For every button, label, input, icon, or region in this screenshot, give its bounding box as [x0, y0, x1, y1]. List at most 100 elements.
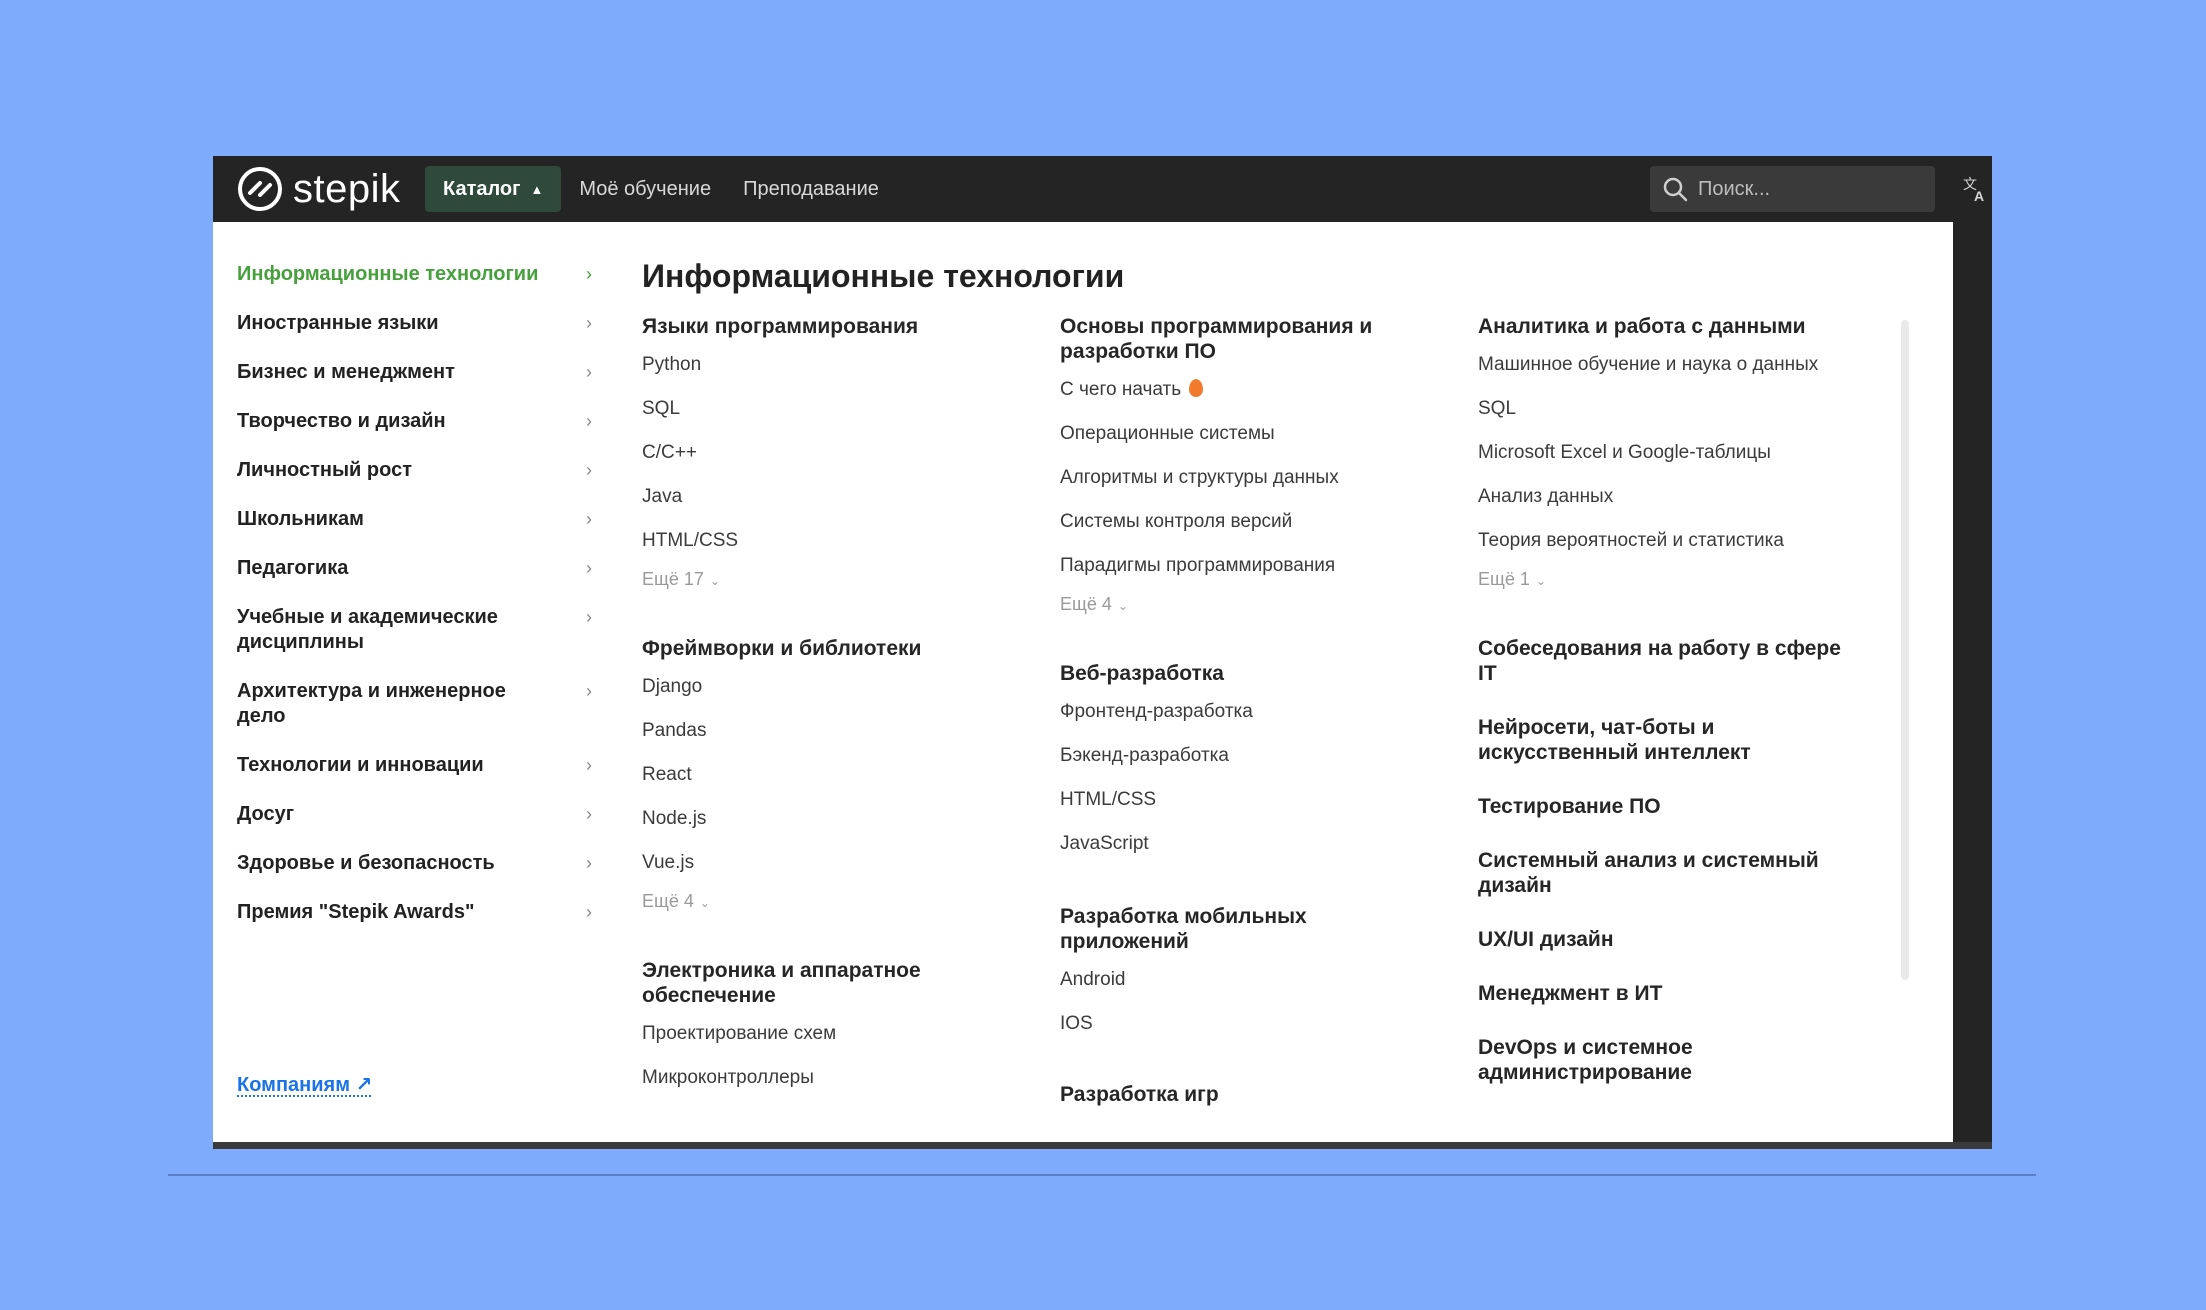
group-title[interactable]: Аналитика и работа с данными	[1478, 314, 1848, 339]
list-item[interactable]: C/C++	[642, 441, 1022, 465]
chevron-right-icon: ›	[586, 362, 592, 382]
show-more-button[interactable]: Ещё 4 ⌄	[1060, 594, 1128, 615]
list-item[interactable]: SQL	[642, 397, 1022, 421]
nav-teaching-label: Преподавание	[743, 177, 879, 200]
sidebar-item-languages[interactable]: Иностранные языки ›	[237, 311, 592, 336]
sidebar-item-label: Досуг	[237, 803, 295, 825]
sidebar-item-creativity[interactable]: Творчество и дизайн ›	[237, 409, 592, 434]
search-box[interactable]	[1650, 166, 1935, 212]
show-more-button[interactable]: Ещё 4 ⌄	[642, 891, 710, 912]
group-title[interactable]: Основы программирования и разработки ПО	[1060, 314, 1410, 364]
list-item[interactable]: HTML/CSS	[1060, 788, 1410, 812]
sidebar-item-label: Премия "Stepik Awards"	[237, 901, 475, 923]
group-title[interactable]: DevOps и системное администрирование	[1478, 1035, 1778, 1085]
sidebar-item-business[interactable]: Бизнес и менеджмент ›	[237, 360, 592, 385]
list-item[interactable]: Операционные системы	[1060, 422, 1410, 446]
list-item[interactable]: Microsoft Excel и Google-таблицы	[1478, 441, 1848, 465]
sidebar-item-it[interactable]: Информационные технологии ›	[237, 262, 592, 287]
group-title[interactable]: Менеджмент в ИТ	[1478, 981, 1848, 1006]
list-item[interactable]: Проектирование схем	[642, 1022, 1022, 1046]
group-title[interactable]: Разработка игр	[1060, 1082, 1410, 1107]
search-input[interactable]	[1698, 177, 1918, 201]
sidebar-item-label: Творчество и дизайн	[237, 410, 446, 432]
list-item[interactable]: Python	[642, 353, 1022, 377]
panel-scrollbar[interactable]	[1901, 320, 1909, 980]
sidebar-item-pedagogy[interactable]: Педагогика ›	[237, 556, 592, 581]
translate-icon[interactable]: 文 A	[1962, 174, 1990, 204]
main-nav: Каталог ▲ Моё обучение Преподавание	[425, 166, 897, 212]
sidebar-item-schoolchildren[interactable]: Школьникам ›	[237, 507, 592, 532]
page-title: Информационные технологии	[642, 258, 1125, 294]
list-item[interactable]: Java	[642, 485, 1022, 509]
stepik-logo[interactable]: stepik	[237, 165, 401, 213]
group-title[interactable]: Разработка мобильных приложений	[1060, 904, 1360, 954]
chevron-right-icon: ›	[586, 804, 592, 824]
chevron-down-icon: ⌄	[1117, 599, 1128, 613]
show-more-label: Ещё 4	[1060, 594, 1112, 614]
chevron-right-icon: ›	[586, 681, 592, 701]
list-item[interactable]: С чего начать	[1060, 378, 1410, 402]
list-item[interactable]: React	[642, 763, 1022, 787]
list-item[interactable]: Vue.js	[642, 851, 1022, 875]
chevron-down-icon: ⌄	[709, 574, 720, 588]
list-item[interactable]: Теория вероятностей и статистика	[1478, 529, 1848, 553]
sidebar-item-leisure[interactable]: Досуг ›	[237, 802, 592, 827]
sidebar-item-label: Школьникам	[237, 508, 364, 530]
sidebar-item-awards[interactable]: Премия "Stepik Awards" ›	[237, 900, 592, 925]
sidebar-item-academic[interactable]: Учебные и академические дисциплины ›	[237, 605, 592, 655]
group-title[interactable]: Электроника и аппаратное обеспечение	[642, 958, 972, 1008]
nav-my-learning[interactable]: Моё обучение	[565, 166, 725, 212]
group-title[interactable]: Собеседования на работу в сфере IT	[1478, 636, 1848, 686]
top-navigation-bar: stepik Каталог ▲ Моё обучение Преподаван…	[213, 156, 1992, 222]
group-title[interactable]: Языки программирования	[642, 314, 1022, 339]
stepik-logo-icon	[238, 167, 282, 211]
list-item[interactable]: Django	[642, 675, 1022, 699]
list-item[interactable]: Фронтенд-разработка	[1060, 700, 1410, 724]
list-item[interactable]: Анализ данных	[1478, 485, 1848, 509]
list-item[interactable]: Pandas	[642, 719, 1022, 743]
chevron-right-icon: ›	[586, 853, 592, 873]
list-item-label: С чего начать	[1060, 379, 1182, 400]
sidebar-item-label: Здоровье и безопасность	[237, 852, 495, 874]
group-title[interactable]: Фреймворки и библиотеки	[642, 636, 1022, 661]
list-item[interactable]: Android	[1060, 968, 1410, 992]
chevron-right-icon: ›	[586, 411, 592, 431]
list-item[interactable]: Парадигмы программирования	[1060, 554, 1410, 578]
sidebar-item-health[interactable]: Здоровье и безопасность ›	[237, 851, 592, 876]
browser-window: stepik Каталог ▲ Моё обучение Преподаван…	[213, 156, 1992, 1149]
group-title[interactable]: Веб-разработка	[1060, 661, 1410, 686]
sidebar-item-label: Бизнес и менеджмент	[237, 361, 455, 383]
list-item[interactable]: Системы контроля версий	[1060, 510, 1410, 534]
nav-my-learning-label: Моё обучение	[579, 177, 712, 200]
list-item[interactable]: SQL	[1478, 397, 1848, 421]
group-title[interactable]: Нейросети, чат-боты и искусственный инте…	[1478, 715, 1778, 765]
nav-catalog[interactable]: Каталог ▲	[425, 166, 562, 212]
chevron-right-icon: ›	[586, 264, 592, 284]
nav-teaching[interactable]: Преподавание	[729, 166, 893, 212]
show-more-button[interactable]: Ещё 17 ⌄	[642, 569, 720, 590]
sidebar-item-technology[interactable]: Технологии и инновации ›	[237, 753, 592, 778]
chevron-right-icon: ›	[586, 902, 592, 922]
companies-link[interactable]: Компаниям ↗	[237, 1072, 372, 1097]
chevron-right-icon: ›	[586, 509, 592, 529]
svg-text:A: A	[1974, 188, 1984, 204]
list-item[interactable]: Машинное обучение и наука о данных	[1478, 353, 1848, 377]
sidebar-item-architecture[interactable]: Архитектура и инженерное дело ›	[237, 679, 592, 729]
list-item[interactable]: IOS	[1060, 1012, 1410, 1036]
column-1: Языки программирования Python SQL C/C++ …	[642, 314, 1022, 1090]
list-item[interactable]: Микроконтроллеры	[642, 1066, 1022, 1090]
sidebar-item-label: Информационные технологии	[237, 263, 539, 285]
search-icon	[1663, 177, 1688, 202]
list-item[interactable]: Node.js	[642, 807, 1022, 831]
list-item[interactable]: Алгоритмы и структуры данных	[1060, 466, 1410, 490]
list-item[interactable]: HTML/CSS	[642, 529, 1022, 553]
list-item[interactable]: Бэкенд-разработка	[1060, 744, 1410, 768]
sidebar-item-personal-growth[interactable]: Личностный рост ›	[237, 458, 592, 483]
group-title[interactable]: Системный анализ и системный дизайн	[1478, 848, 1838, 898]
sidebar-item-label: Архитектура и инженерное дело	[237, 680, 506, 727]
list-item[interactable]: JavaScript	[1060, 832, 1410, 856]
group-title[interactable]: Тестирование ПО	[1478, 794, 1848, 819]
group-title[interactable]: UX/UI дизайн	[1478, 927, 1848, 952]
show-more-button[interactable]: Ещё 1 ⌄	[1478, 569, 1546, 590]
show-more-label: Ещё 1	[1478, 569, 1530, 589]
